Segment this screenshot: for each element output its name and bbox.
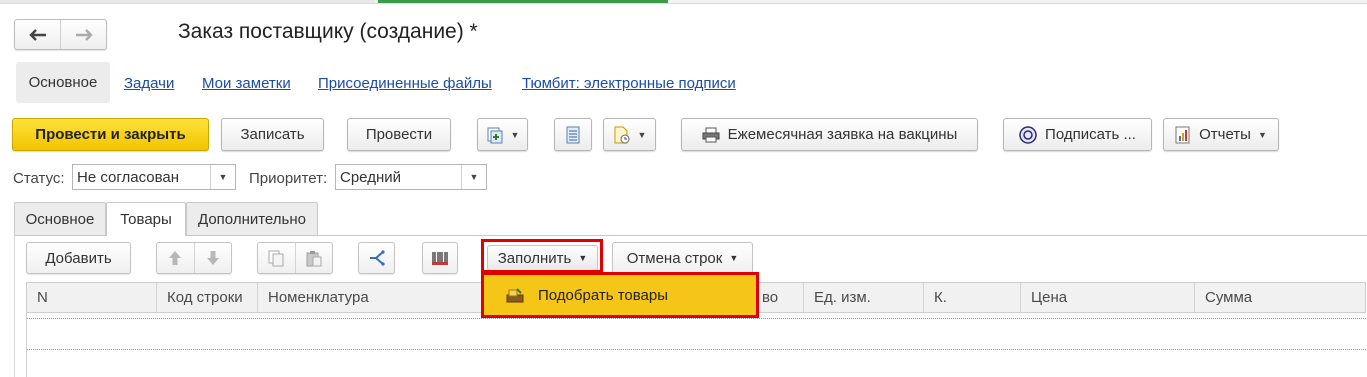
post-and-close-button[interactable]: Провести и закрыть [12, 118, 209, 151]
structure-button[interactable] [554, 118, 592, 151]
split-row-button[interactable] [358, 242, 395, 274]
panel-border [14, 235, 15, 377]
tab-divider [14, 235, 1367, 236]
column-unit[interactable]: Ед. изм. [803, 283, 923, 312]
column-coefficient[interactable]: К. [923, 283, 1020, 312]
status-value: Не согласован [77, 168, 180, 186]
arrow-up-icon [169, 251, 182, 265]
signature-seal-icon [1019, 125, 1037, 144]
empty-row-line [27, 318, 1366, 319]
status-select[interactable]: Не согласован ▼ [72, 164, 236, 190]
monthly-vaccine-request-button[interactable]: Ежемесячная заявка на вакцины [681, 118, 978, 151]
post-button[interactable]: Провести [347, 118, 451, 151]
move-down-button[interactable] [193, 243, 232, 273]
reports-label: Отчеты [1199, 126, 1251, 143]
create-based-on-button[interactable]: ▼ [477, 118, 528, 151]
copy-icon [268, 250, 284, 266]
arrow-down-icon [206, 251, 219, 265]
menu-item-highlight [481, 272, 759, 318]
column-price[interactable]: Цена [1020, 283, 1194, 312]
document-clock-icon [614, 126, 630, 143]
post-label: Провести [365, 126, 433, 143]
copy-paste-group [257, 242, 333, 274]
arrow-left-icon [28, 28, 46, 41]
barcode-icon [432, 252, 448, 265]
sign-button[interactable]: Подписать ... [1003, 118, 1152, 151]
move-rows-group [156, 242, 232, 274]
forward-button[interactable] [60, 20, 106, 49]
nav-link-tasks[interactable]: Задачи [124, 75, 174, 92]
split-arrows-icon [369, 250, 385, 266]
page-title: Заказ поставщику (создание) * [178, 20, 478, 43]
back-button[interactable] [15, 20, 60, 49]
history-nav [14, 19, 107, 50]
tab-goods[interactable]: Товары [106, 202, 186, 236]
nav-tab-main[interactable]: Основное [16, 62, 110, 103]
status-label: Статус: [13, 170, 65, 187]
paste-button[interactable] [294, 243, 333, 273]
copy-button[interactable] [258, 243, 295, 273]
column-n[interactable]: N [27, 283, 156, 312]
priority-label: Приоритет: [249, 170, 328, 187]
goods-table-body[interactable] [26, 313, 1366, 377]
cancel-rows-button[interactable]: Отмена строк ▼ [612, 242, 753, 274]
chevron-down-icon: ▼ [510, 129, 520, 140]
window-top-strip [0, 0, 1367, 4]
save-label: Записать [240, 126, 305, 143]
column-row-code[interactable]: Код строки [156, 283, 257, 312]
tab-main[interactable]: Основное [14, 202, 106, 235]
tab-additional[interactable]: Дополнительно [186, 202, 318, 235]
nav-link-attached-files[interactable]: Присоединенные файлы [318, 75, 492, 92]
monthly-vaccine-request-label: Ежемесячная заявка на вакцины [727, 126, 958, 143]
add-row-label: Добавить [45, 249, 112, 267]
barcode-search-button[interactable] [422, 242, 458, 274]
arrow-right-icon [75, 28, 93, 41]
list-document-icon [566, 126, 580, 143]
create-based-on-icon [487, 127, 503, 143]
cancel-rows-label: Отмена строк [626, 249, 723, 267]
sign-label: Подписать ... [1045, 126, 1136, 143]
priority-select[interactable]: Средний ▼ [335, 164, 487, 190]
chevron-down-icon: ▼ [461, 165, 486, 189]
paste-icon [306, 250, 322, 266]
empty-row-line [27, 349, 1366, 350]
move-up-button[interactable] [157, 243, 194, 273]
nav-link-notes[interactable]: Мои заметки [202, 75, 291, 92]
save-button[interactable]: Записать [221, 118, 324, 151]
add-row-button[interactable]: Добавить [26, 242, 131, 274]
fill-button-highlight [481, 239, 603, 273]
column-sum[interactable]: Сумма [1194, 283, 1365, 312]
chevron-down-icon: ▼ [637, 129, 647, 140]
printer-icon [702, 127, 720, 142]
reports-button[interactable]: Отчеты ▼ [1163, 118, 1279, 151]
print-forms-button[interactable]: ▼ [603, 118, 656, 151]
chevron-down-icon: ▼ [1257, 129, 1267, 140]
nav-link-e-signatures[interactable]: Тюмбит: электронные подписи [522, 75, 736, 92]
chevron-down-icon: ▼ [729, 253, 739, 263]
chevron-down-icon: ▼ [210, 165, 235, 189]
post-and-close-label: Провести и закрыть [35, 126, 186, 143]
report-icon [1175, 126, 1190, 143]
priority-value: Средний [340, 168, 401, 186]
